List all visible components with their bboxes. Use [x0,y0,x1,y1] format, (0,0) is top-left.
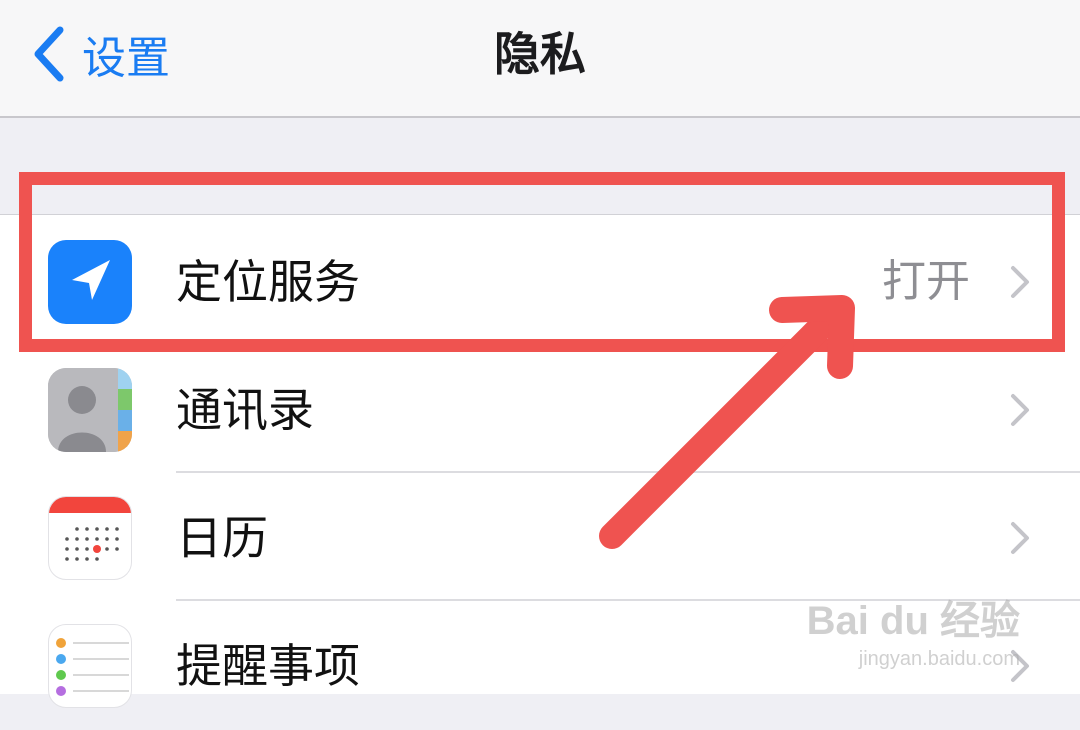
section-spacer [0,118,1080,215]
baidu-watermark: Bai du 经验 jingyan.baidu.com [807,588,1020,671]
row-label: 提醒事项 [176,639,360,693]
page-title: 隐私 [494,27,586,81]
row-separator [176,471,1080,473]
chevron-right-icon [1011,394,1029,426]
location-arrow-icon [48,240,132,324]
watermark-url: jingyan.baidu.com [858,648,1020,670]
contacts-icon [48,368,132,452]
chevron-right-icon [1011,522,1029,554]
row-label: 定位服务 [176,255,360,309]
reminders-icon [48,624,132,708]
contacts-row[interactable]: 通讯录 [0,346,1080,474]
calendar-icon [48,496,132,580]
chevron-right-icon [1011,266,1029,298]
row-label: 日历 [176,511,268,565]
navigation-bar: 设置 隐私 [0,0,1080,118]
row-value: 打开 [882,256,970,307]
location-services-row[interactable]: 定位服务 打开 [0,218,1080,346]
watermark-brand: Bai du 经验 [806,599,1020,643]
calendar-row[interactable]: 日历 [0,474,1080,602]
row-label: 通讯录 [176,383,314,437]
